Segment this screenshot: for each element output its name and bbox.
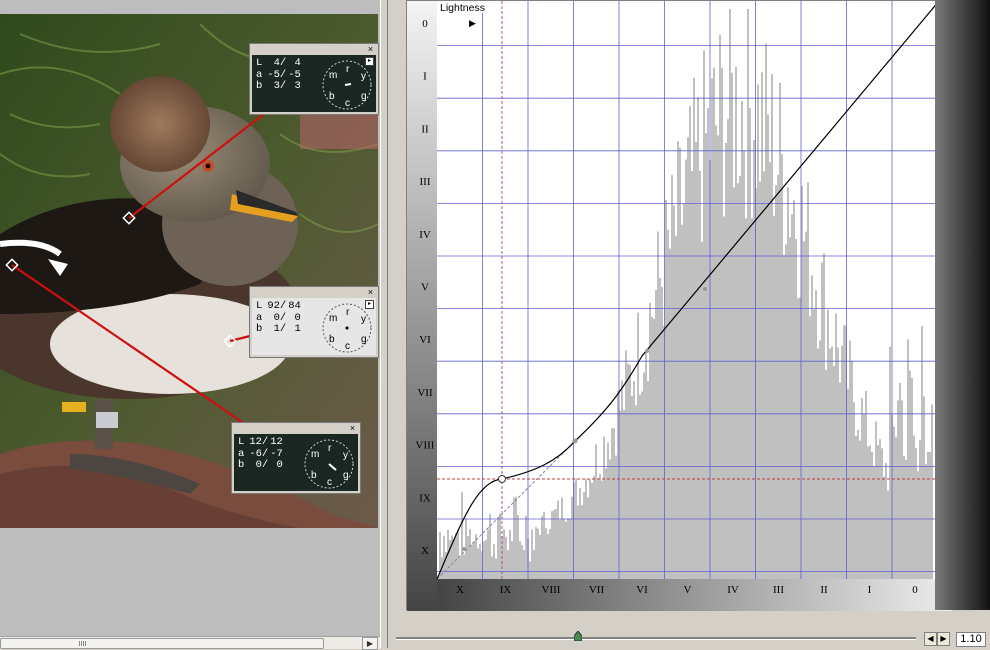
label-b: b [256, 323, 263, 335]
curve-point[interactable] [498, 475, 506, 483]
value-b: 0/ [255, 459, 269, 471]
color-readout-2[interactable]: × L 92/84 a 0/0 b 1/1 ▸ m r y b c g [250, 287, 378, 357]
tone-strip [935, 0, 990, 610]
zone-label-x: IV [727, 584, 739, 596]
curve-graph[interactable]: Lightness ▶ 0IIIIIIIVVVIVIIVIIIIXX X IX VI… [407, 1, 972, 611]
dial-label-m: m [329, 70, 337, 81]
curve-point[interactable] [462, 547, 466, 551]
value-b: 3/ [273, 80, 287, 92]
curve-point[interactable] [645, 349, 649, 353]
zone-label-x: VIII [542, 584, 561, 596]
dial-label-r: r [346, 64, 350, 75]
right-arrow-icon[interactable]: ▶ [937, 632, 950, 646]
dial-label-c: c [345, 98, 350, 109]
zone-label-x: IX [500, 584, 512, 596]
close-icon[interactable]: × [366, 288, 375, 297]
zone-label-x: VII [589, 584, 605, 596]
pane-splitter[interactable] [380, 0, 388, 648]
value-b: 1/ [273, 323, 287, 335]
lab-values: L 92/84 a 0/0 b 1/1 [255, 300, 302, 336]
curve-editor[interactable]: Lightness ▶ 0 I II III IV V VI VII VIII IX X X IX VI… [406, 0, 972, 611]
horizontal-scrollbar[interactable]: ▶ [0, 636, 380, 650]
dial-label-r: r [346, 307, 350, 318]
dial-label-b: b [311, 470, 317, 481]
zone-label-x: III [773, 584, 784, 596]
label-L: L [256, 57, 263, 69]
label-b: b [238, 459, 245, 471]
close-icon[interactable]: × [348, 424, 357, 433]
close-icon[interactable]: × [366, 45, 375, 54]
dial-label-c: c [345, 341, 350, 352]
dial-label-g: g [361, 334, 367, 345]
readout-titlebar[interactable] [252, 46, 376, 55]
dial-label-c: c [327, 477, 332, 488]
zone-label-x: V [684, 584, 692, 596]
zoom-slider-thumb[interactable] [574, 631, 582, 641]
lab-values: L 12/12 a -6/-7 b 0/0 [237, 436, 284, 472]
label-b: b [256, 80, 263, 92]
channel-label: Lightness [440, 2, 485, 14]
zone-label-y: V [421, 282, 429, 294]
zone-label-x: 0 [912, 584, 918, 596]
value-L: 4/ [273, 57, 287, 69]
zone-label-x: X [456, 584, 464, 596]
dial-label-y: y [343, 450, 348, 461]
color-readout-1[interactable]: × L 4/4 a -5/-5 b 3/3 ▸ m r y b c g [250, 44, 378, 114]
color-wheel-dial: m r y b c g [322, 60, 372, 110]
color-readout-3[interactable]: × L 12/12 a -6/-7 b 0/0 m r y b c g [232, 423, 360, 493]
play-icon[interactable]: ▶ [469, 18, 476, 28]
dial-label-m: m [311, 449, 319, 460]
curve-point[interactable] [703, 287, 707, 291]
left-arrow-icon[interactable]: ◀ [924, 632, 937, 646]
zone-label-x: VI [636, 584, 648, 596]
zone-label-y: II [421, 123, 429, 135]
lab-values: L 4/4 a -5/-5 b 3/3 [255, 57, 302, 93]
zone-label-y: VIII [416, 440, 435, 452]
zoom-slider-bar: ◀ ▶ 1.10 [388, 626, 990, 648]
zone-label-y: III [420, 176, 431, 188]
dial-label-b: b [329, 91, 335, 102]
color-wheel-dial: m r y b c g [322, 303, 372, 353]
scrollbar-thumb[interactable] [0, 638, 324, 649]
zone-label-y: VI [419, 334, 431, 346]
color-wheel-dial: m r y b c g [304, 439, 354, 489]
zone-label-y: IX [419, 492, 431, 504]
value-b-target: 3 [294, 80, 301, 92]
label-L: L [256, 300, 263, 312]
zone-label-x: II [820, 584, 828, 596]
dial-label-b: b [329, 334, 335, 345]
dial-label-y: y [361, 71, 366, 82]
dial-label-g: g [343, 470, 349, 481]
value-L: 12/ [249, 436, 269, 448]
value-b-target: 0 [276, 459, 283, 471]
value-L-target: 4 [294, 57, 301, 69]
curve-pane: Lightness ▶ 0 I II III IV V VI VII VIII IX X X IX VI… [388, 0, 990, 648]
value-b-target: 1 [294, 323, 301, 335]
zone-label-y: X [421, 545, 429, 557]
zone-label-y: 0 [422, 18, 428, 30]
value-L-target: 84 [288, 300, 301, 312]
dial-label-r: r [328, 443, 332, 454]
dial-label-m: m [329, 313, 337, 324]
zone-label-y: IV [419, 229, 431, 241]
value-L: 92/ [267, 300, 287, 312]
curve-point[interactable] [572, 438, 578, 444]
photo-pane: × L 4/4 a -5/-5 b 3/3 ▸ m r y b c g × L 92/8… [0, 0, 380, 650]
readout-titlebar[interactable] [234, 425, 358, 434]
readout-titlebar[interactable] [252, 289, 376, 298]
zoom-slider-track[interactable] [396, 637, 916, 640]
right-arrow-icon[interactable]: ▶ [362, 637, 378, 650]
label-L: L [238, 436, 245, 448]
zone-label-y: VII [417, 387, 433, 399]
zoom-value[interactable]: 1.10 [956, 632, 986, 647]
zone-label-x: I [868, 584, 872, 596]
dial-label-g: g [361, 91, 367, 102]
dial-label-y: y [361, 314, 366, 325]
value-L-target: 12 [270, 436, 283, 448]
zone-label-y: I [423, 71, 427, 83]
